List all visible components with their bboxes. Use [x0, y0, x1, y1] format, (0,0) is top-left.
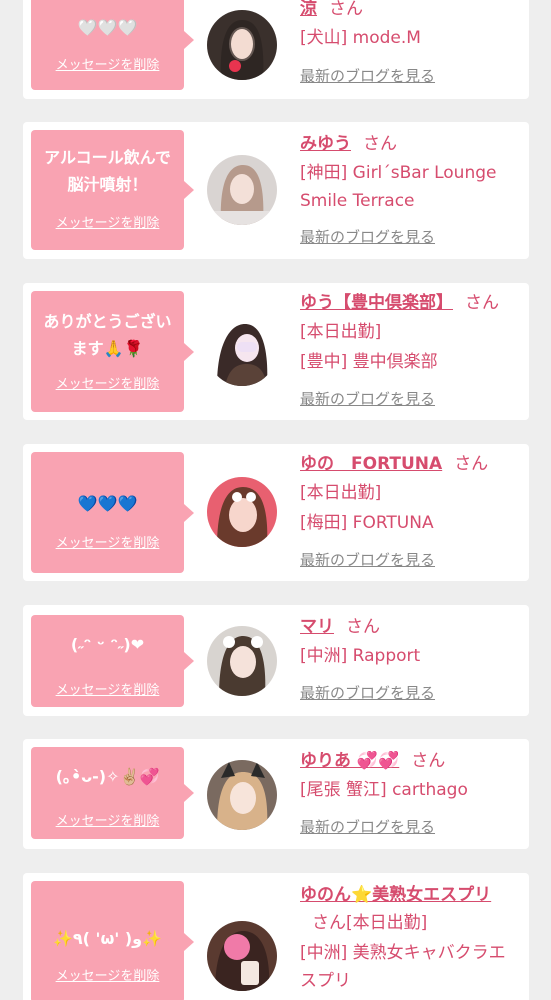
message-text: ✨٩( 'ω' )و✨ — [52, 929, 163, 948]
latest-blog-link[interactable]: 最新のブログを見る — [300, 226, 435, 247]
message-text: 🤍🤍🤍 — [77, 18, 138, 37]
delete-message-link[interactable]: メッセージを削除 — [31, 532, 184, 551]
message-bubble: ✨٩( 'ω' )و✨ メッセージを削除 — [31, 881, 194, 1000]
schedule-detail: [本日出勤] — [346, 913, 428, 933]
latest-blog-link[interactable]: 最新のブログを見る — [300, 65, 435, 86]
latest-blog-link[interactable]: 最新のブログを見る — [300, 549, 435, 570]
message-bubble: (˶ᵔ ᵕ ᵔ˶)❤ メッセージを削除 — [31, 615, 194, 707]
message-text: アルコール飲んで 脳汁噴射！ — [44, 148, 171, 194]
message-bubble: ありがとうござい ます🙏🌹 メッセージを削除 — [31, 291, 194, 412]
honorific: さん — [329, 0, 363, 19]
honorific: さん — [312, 913, 346, 933]
message-card: アルコール飲んで 脳汁噴射！ メッセージを削除 みゆう さん [神田] Girl´… — [23, 122, 529, 259]
message-text: ありがとうござい ます🙏🌹 — [43, 312, 172, 358]
delete-message-link[interactable]: メッセージを削除 — [31, 810, 184, 829]
delete-message-link[interactable]: メッセージを削除 — [31, 373, 184, 392]
message-text: (˶ᵔ ᵕ ᵔ˶)❤ — [70, 635, 145, 654]
honorific: さん — [465, 293, 499, 313]
message-card: 💙💙💙 メッセージを削除 ゆの FORTUNA さん [本日出勤] [梅田] FO… — [23, 444, 529, 581]
girl-name-link[interactable]: ゆのん⭐美熟女エスプリ — [300, 885, 491, 905]
girl-name-link[interactable]: 涼 — [300, 0, 317, 19]
girl-name-link[interactable]: ゆりあ 💞💞 — [300, 751, 399, 771]
shop-detail: [神田] Girl´sBar Lounge Smile Terrace — [300, 163, 497, 211]
girl-name-link[interactable]: ゆの FORTUNA — [300, 454, 442, 474]
avatar[interactable] — [207, 155, 277, 225]
message-card: 🤍🤍🤍 メッセージを削除 涼さん [犬山] mode.M 最新のブログを見る — [23, 0, 529, 99]
avatar[interactable] — [207, 626, 277, 696]
message-card: ありがとうござい ます🙏🌹 メッセージを削除 ゆう【豊中倶楽部】 さん [本日出勤… — [23, 283, 529, 420]
honorific: さん — [411, 751, 446, 771]
delete-message-link[interactable]: メッセージを削除 — [31, 54, 184, 73]
girl-name-link[interactable]: みゆう — [300, 134, 351, 154]
message-bubble: アルコール飲んで 脳汁噴射！ メッセージを削除 — [31, 130, 194, 250]
avatar[interactable] — [207, 760, 277, 830]
latest-blog-link[interactable]: 最新のブログを見る — [300, 816, 435, 837]
avatar[interactable] — [207, 477, 277, 547]
shop-detail: [犬山] mode.M — [300, 28, 421, 48]
schedule-detail: [本日出勤] — [300, 322, 382, 342]
shop-detail: [豊中] 豊中倶楽部 — [300, 352, 438, 372]
girl-name-link[interactable]: ゆう【豊中倶楽部】 — [300, 293, 453, 313]
girl-info: ゆの FORTUNA さん [本日出勤] [梅田] FORTUNA — [300, 450, 525, 537]
shop-detail: [尾張 蟹江] carthago — [300, 780, 468, 800]
latest-blog-link[interactable]: 最新のブログを見る — [300, 682, 435, 703]
girl-info: ゆりあ 💞💞 さん [尾張 蟹江] carthago — [300, 747, 525, 804]
delete-message-link[interactable]: メッセージを削除 — [31, 965, 184, 984]
message-card: (｡•̀ᴗ-)✧✌🏼💞 メッセージを削除 ゆりあ 💞💞 さん [尾張 蟹江] ca… — [23, 739, 529, 849]
latest-blog-link[interactable]: 最新のブログを見る — [300, 388, 435, 409]
message-bubble: (｡•̀ᴗ-)✧✌🏼💞 メッセージを削除 — [31, 747, 194, 839]
message-card: (˶ᵔ ᵕ ᵔ˶)❤ メッセージを削除 マリ さん [中洲] Rapport 最新… — [23, 605, 529, 716]
girl-info: ゆのん⭐美熟女エスプリさん[本日出勤] [中洲] 美熟女キャバクラエスプリ — [300, 881, 515, 995]
delete-message-link[interactable]: メッセージを削除 — [31, 212, 184, 231]
girl-info: マリ さん [中洲] Rapport — [300, 613, 525, 670]
delete-message-link[interactable]: メッセージを削除 — [31, 679, 184, 698]
avatar[interactable] — [207, 10, 277, 80]
girl-info: みゆう さん [神田] Girl´sBar Lounge Smile Terrac… — [300, 130, 525, 215]
avatar[interactable] — [207, 921, 277, 991]
message-bubble: 💙💙💙 メッセージを削除 — [31, 452, 194, 573]
avatar[interactable] — [207, 316, 277, 386]
girl-info: ゆう【豊中倶楽部】 さん [本日出勤] [豊中] 豊中倶楽部 — [300, 289, 525, 376]
shop-detail: [中洲] Rapport — [300, 646, 421, 666]
shop-detail: [梅田] FORTUNA — [300, 513, 434, 533]
girl-name-link[interactable]: マリ — [300, 617, 334, 637]
message-text: (｡•̀ᴗ-)✧✌🏼💞 — [55, 767, 160, 786]
honorific: さん — [346, 617, 380, 637]
shop-detail: [中洲] 美熟女キャバクラエスプリ — [300, 943, 506, 991]
honorific: さん — [363, 134, 397, 154]
message-bubble: 🤍🤍🤍 メッセージを削除 — [31, 0, 194, 90]
honorific: さん — [454, 454, 489, 474]
message-card: ✨٩( 'ω' )و✨ メッセージを削除 ゆのん⭐美熟女エスプリさん[本日出勤]… — [23, 873, 529, 1000]
girl-info: 涼さん [犬山] mode.M — [300, 0, 525, 52]
schedule-detail: [本日出勤] — [300, 483, 382, 503]
message-text: 💙💙💙 — [77, 494, 138, 513]
